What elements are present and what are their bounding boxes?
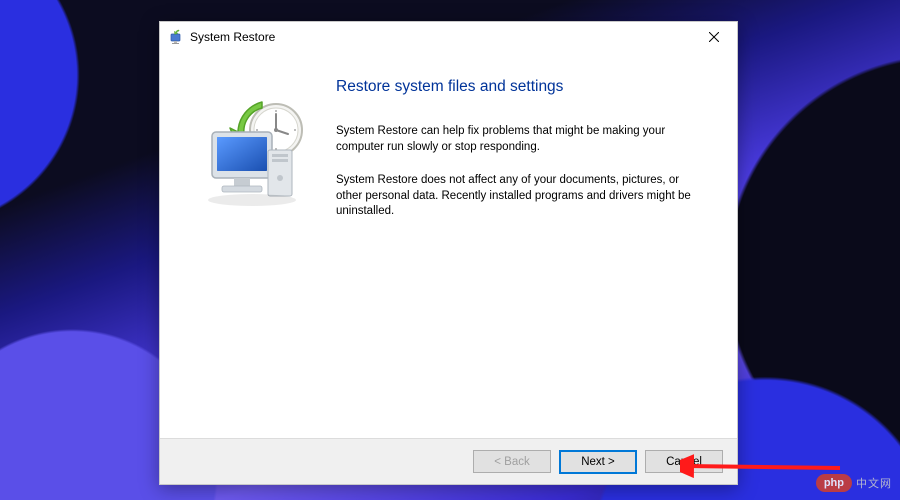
system-restore-window: System Restore	[159, 21, 738, 485]
next-button[interactable]: Next >	[559, 450, 637, 474]
watermark-pill: php	[816, 474, 852, 492]
titlebar: System Restore	[160, 22, 737, 52]
watermark: php 中文网	[816, 474, 892, 492]
page-heading: Restore system files and settings	[336, 78, 713, 96]
cancel-button[interactable]: Cancel	[645, 450, 723, 473]
wizard-illustration	[180, 72, 330, 428]
content-area: Restore system files and settings System…	[330, 72, 713, 428]
system-restore-icon	[168, 29, 184, 45]
watermark-text: 中文网	[856, 475, 892, 491]
description-paragraph-1: System Restore can help fix problems tha…	[336, 124, 696, 155]
window-title: System Restore	[190, 30, 693, 44]
dialog-body: Restore system files and settings System…	[160, 52, 737, 438]
desktop-background: System Restore	[0, 0, 900, 500]
description-paragraph-2: System Restore does not affect any of yo…	[336, 173, 696, 220]
back-button: < Back	[473, 450, 551, 473]
button-bar: < Back Next > Cancel	[160, 438, 737, 484]
close-button[interactable]	[693, 23, 735, 51]
